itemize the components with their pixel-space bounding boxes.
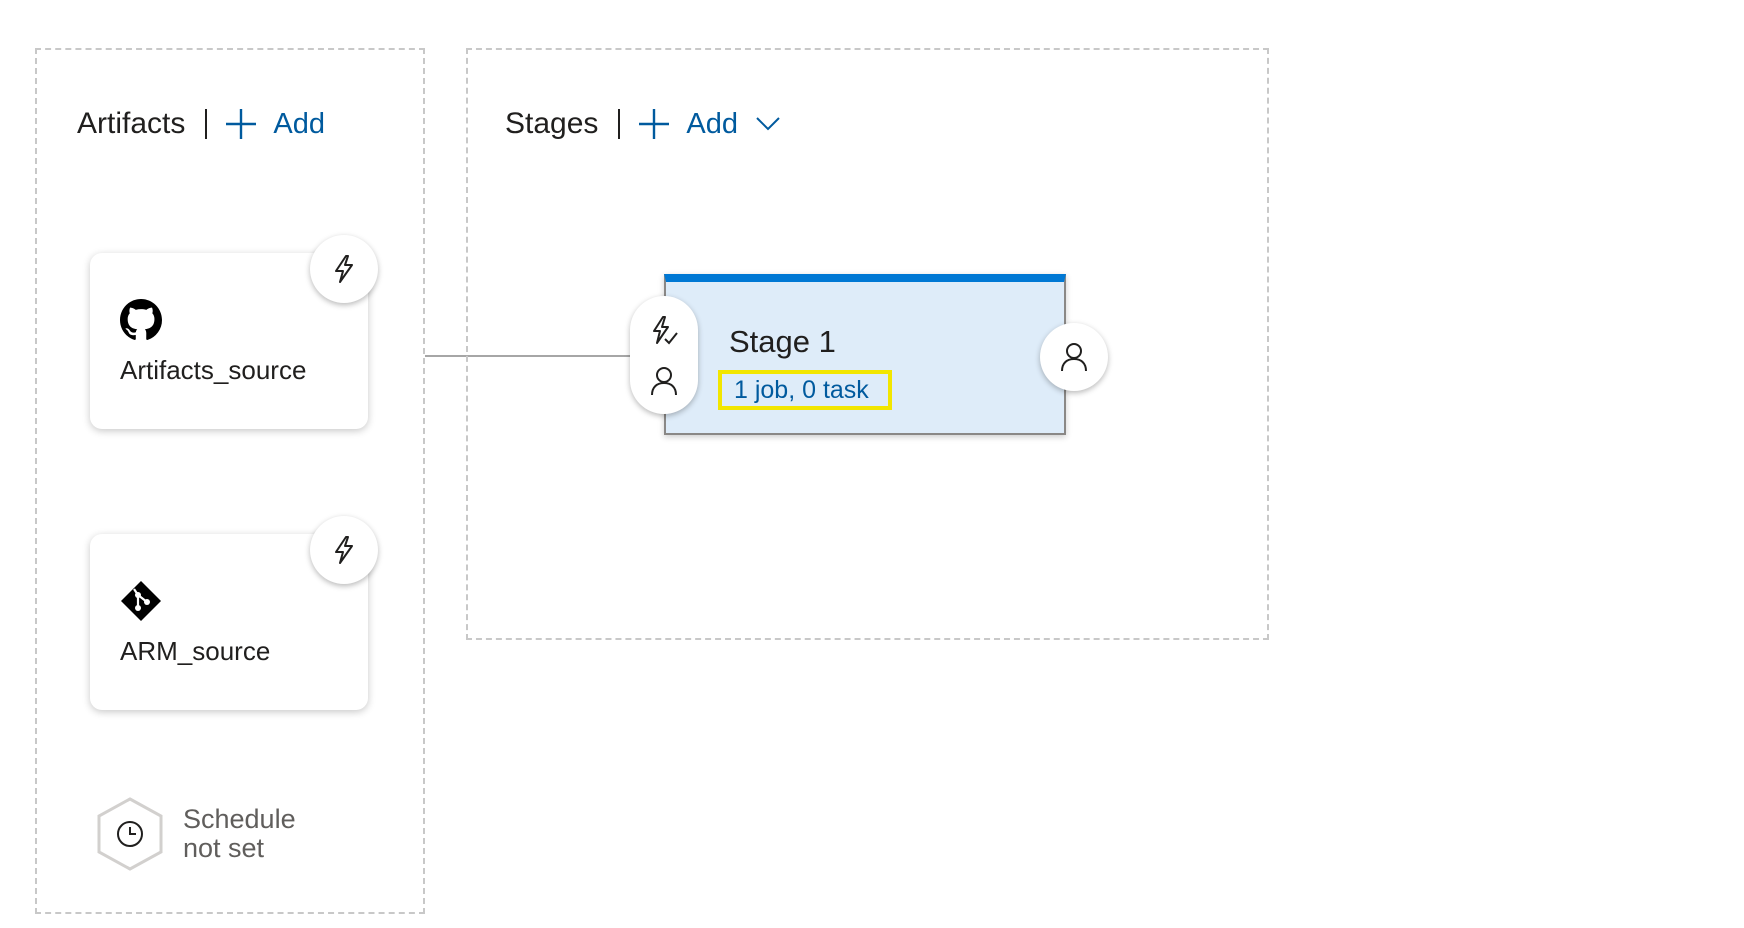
post-deployment-approvals-button[interactable] <box>1040 323 1108 391</box>
person-icon <box>651 367 677 396</box>
pre-deployment-approvals-button[interactable] <box>630 354 698 408</box>
lightning-icon <box>335 536 353 564</box>
pre-deployment-triggers-button[interactable] <box>630 304 698 358</box>
add-stage-label: Add <box>686 107 739 140</box>
add-artifact-button[interactable]: Add <box>225 108 325 141</box>
lightning-icon <box>335 255 353 283</box>
schedule-status: Schedule not set <box>183 805 296 863</box>
stages-title: Stages <box>505 107 599 140</box>
pre-deployment-conditions <box>630 296 698 414</box>
stage-card[interactable]: Stage 1 1 job, 0 task <box>664 274 1066 435</box>
schedule-trigger[interactable]: Schedule not set <box>95 796 296 872</box>
header-divider <box>205 109 208 139</box>
artifacts-panel <box>35 48 425 914</box>
artifact-label: Artifacts_source <box>120 355 307 385</box>
artifact-label: ARM_source <box>120 636 271 666</box>
add-stage-button[interactable]: Add <box>638 108 796 141</box>
person-icon <box>1061 343 1087 372</box>
lightning-check-icon <box>653 316 678 345</box>
continuous-deployment-trigger-button[interactable] <box>310 516 378 584</box>
stages-header: Stages Add <box>505 102 796 146</box>
schedule-status-line2: not set <box>183 833 265 863</box>
schedule-status-line1: Schedule <box>183 804 296 834</box>
release-pipeline-canvas: Artifacts Add Artifacts_source ARM_sourc… <box>0 0 1744 928</box>
stage-name: Stage 1 <box>729 324 836 359</box>
plus-icon <box>639 109 670 139</box>
add-artifact-label: Add <box>273 107 325 140</box>
stage-tasks-link[interactable]: 1 job, 0 task <box>718 370 892 410</box>
clock-icon <box>97 797 163 871</box>
artifacts-header: Artifacts Add <box>77 102 325 146</box>
plus-icon <box>226 109 257 139</box>
continuous-deployment-trigger-button[interactable] <box>310 235 378 303</box>
header-divider <box>618 109 621 139</box>
git-icon <box>120 580 162 627</box>
artifacts-title: Artifacts <box>77 107 186 140</box>
chevron-down-icon[interactable] <box>756 117 796 131</box>
github-icon <box>120 299 162 346</box>
